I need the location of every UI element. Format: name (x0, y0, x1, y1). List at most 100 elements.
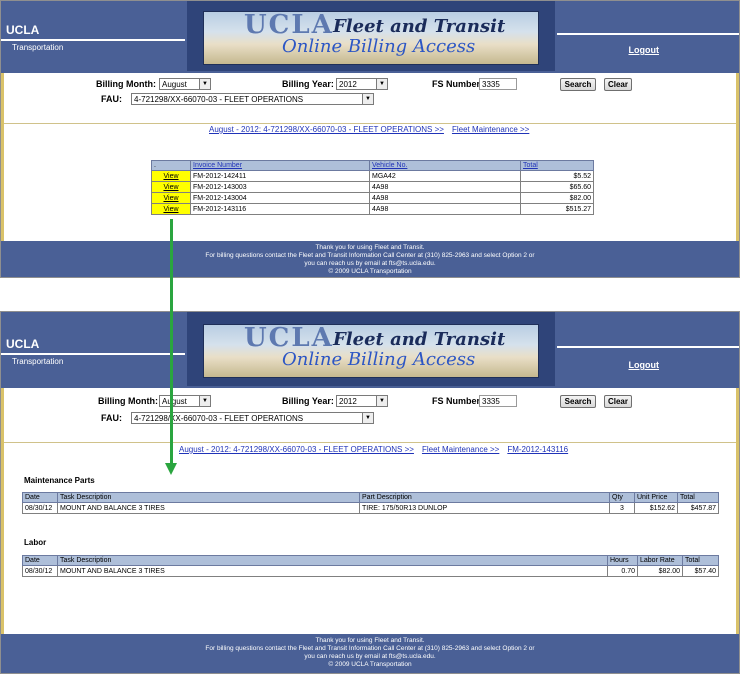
vehicle-number: 4A98 (369, 192, 521, 204)
vehicle-number: MGA42 (369, 170, 521, 182)
invoice-total: $82.00 (520, 192, 594, 204)
col-header-vehicle[interactable]: Vehicle No. (369, 160, 521, 171)
footer-thanks: Thank you for using Fleet and Transit. (315, 244, 425, 251)
fau-select[interactable]: 4-721298/XX-66070-03 - FLEET OPERATIONS ▼ (131, 93, 374, 105)
footer-copyright: © 2009 UCLA Transportation (328, 268, 412, 275)
fs-number-label: FS Number (432, 79, 481, 89)
col-header-labor-rate: Labor Rate (637, 555, 683, 566)
banner: UCLA Fleet and Transit Online Billing Ac… (187, 1, 555, 71)
invoice-table: . Invoice Number Vehicle No. Total View … (151, 160, 594, 215)
breadcrumb: August - 2012: 4-721298/XX-66070-03 - FL… (179, 445, 576, 454)
billing-year-label: Billing Year: (282, 79, 334, 89)
annotation-arrow-shaft (170, 219, 173, 464)
part-task: MOUNT AND BALANCE 3 TIRES (57, 502, 360, 514)
part-qty: 3 (609, 502, 635, 514)
billing-year-select[interactable]: 2012 ▼ (336, 78, 388, 90)
labor-table: Date Task Description Hours Labor Rate T… (22, 555, 719, 577)
table-row: 08/30/12 MOUNT AND BALANCE 3 TIRES 0.70 … (22, 565, 719, 577)
col-header-invoice[interactable]: Invoice Number (190, 160, 370, 171)
col-header-view: . (151, 160, 191, 171)
banner-image: UCLA Fleet and Transit Online Billing Ac… (203, 11, 539, 65)
filter-form: Billing Month: August ▼ Billing Year: 201… (1, 73, 739, 123)
breadcrumb-fleet-maintenance[interactable]: Fleet Maintenance >> (422, 445, 499, 454)
col-header-total: Total (677, 492, 719, 503)
billing-month-label: Billing Month: (96, 79, 156, 89)
divider (4, 442, 736, 443)
brand-subtitle: Transportation (12, 43, 64, 52)
clear-button[interactable]: Clear (604, 78, 632, 91)
clear-button[interactable]: Clear (604, 395, 632, 408)
billing-month-label: Billing Month: (98, 396, 158, 406)
fau-select[interactable]: 4-721298/XX-66070-03 - FLEET OPERATIONS ▼ (131, 412, 374, 424)
col-header-hours: Hours (607, 555, 638, 566)
labor-title: Labor (24, 538, 47, 547)
billing-year-select[interactable]: 2012 ▼ (336, 395, 388, 407)
banner-online-billing: Online Billing Access (282, 349, 476, 370)
invoice-number: FM-2012-143004 (190, 192, 370, 204)
col-header-total[interactable]: Total (520, 160, 594, 171)
divider (4, 123, 736, 124)
part-total: $457.87 (677, 502, 719, 514)
banner: UCLA Fleet and Transit Online Billing Ac… (187, 312, 555, 386)
col-header-task: Task Description (57, 555, 608, 566)
labor-hours: 0.70 (607, 565, 638, 577)
chevron-down-icon: ▼ (376, 396, 387, 406)
labor-date: 08/30/12 (22, 565, 58, 577)
table-row: View FM-2012-143004 4A98 $82.00 (151, 192, 594, 204)
chevron-down-icon: ▼ (362, 94, 373, 104)
breadcrumb-fleet-maintenance[interactable]: Fleet Maintenance >> (452, 125, 529, 134)
fs-number-input[interactable]: 3335 (479, 395, 517, 407)
content-area: August - 2012: 4-721298/XX-66070-03 - FL… (1, 123, 739, 241)
search-button[interactable]: Search (560, 395, 596, 408)
header-bar: UCLA Transportation UCLA Fleet and Trans… (1, 1, 739, 73)
breadcrumb-invoice[interactable]: FM-2012-143116 (507, 445, 568, 454)
fs-number-input[interactable]: 3335 (479, 78, 517, 90)
maintenance-parts-title: Maintenance Parts (24, 476, 95, 485)
col-header-date: Date (22, 555, 58, 566)
invoice-number: FM-2012-143116 (190, 203, 370, 215)
breadcrumb-month-fau[interactable]: August - 2012: 4-721298/XX-66070-03 - FL… (179, 445, 414, 454)
chevron-down-icon: ▼ (362, 413, 373, 423)
footer-email: you can reach us by email at fts@ts.ucla… (304, 260, 436, 267)
table-row: View FM-2012-142411 MGA42 $5.52 (151, 170, 594, 182)
logout-link[interactable]: Logout (629, 45, 660, 55)
view-link[interactable]: View (151, 203, 191, 215)
logout-link[interactable]: Logout (629, 360, 660, 370)
view-link[interactable]: View (151, 170, 191, 182)
banner-online-billing: Online Billing Access (282, 36, 476, 57)
view-link[interactable]: View (151, 192, 191, 204)
part-unit-price: $152.62 (634, 502, 678, 514)
chevron-down-icon: ▼ (199, 79, 210, 89)
banner-fleet-transit: Fleet and Transit (333, 16, 506, 37)
footer: Thank you for using Fleet and Transit. F… (1, 241, 739, 277)
col-header-part: Part Description (359, 492, 610, 503)
filter-form: Billing Month: August ▼ Billing Year: 201… (1, 388, 739, 442)
parts-table: Date Task Description Part Description Q… (22, 492, 719, 514)
search-button[interactable]: Search (560, 78, 596, 91)
breadcrumb-month-fau[interactable]: August - 2012: 4-721298/XX-66070-03 - FL… (209, 125, 444, 134)
footer-email: you can reach us by email at fts@ts.ucla… (304, 653, 436, 660)
brand-subtitle: Transportation (12, 357, 64, 366)
brand-name: UCLA (6, 23, 40, 37)
banner-image: UCLA Fleet and Transit Online Billing Ac… (203, 324, 539, 378)
fs-number-label: FS Number (432, 396, 481, 406)
screenshot-invoice-list: UCLA Transportation UCLA Fleet and Trans… (0, 0, 740, 278)
invoice-total: $65.60 (520, 181, 594, 193)
billing-month-select[interactable]: August ▼ (159, 78, 211, 90)
view-link[interactable]: View (151, 181, 191, 193)
footer-contact: For billing questions contact the Fleet … (205, 645, 535, 652)
labor-task: MOUNT AND BALANCE 3 TIRES (57, 565, 608, 577)
table-header-row: Date Task Description Part Description Q… (22, 492, 719, 503)
labor-rate: $82.00 (637, 565, 683, 577)
banner-fleet-transit: Fleet and Transit (333, 329, 506, 350)
table-row: View FM-2012-143003 4A98 $65.60 (151, 181, 594, 193)
col-header-total: Total (682, 555, 719, 566)
vehicle-number: 4A98 (369, 203, 521, 215)
footer: Thank you for using Fleet and Transit. F… (1, 634, 739, 673)
invoice-number: FM-2012-142411 (190, 170, 370, 182)
col-header-unit-price: Unit Price (634, 492, 678, 503)
annotation-arrow-head (165, 463, 177, 475)
part-date: 08/30/12 (22, 502, 58, 514)
billing-month-select[interactable]: August ▼ (159, 395, 211, 407)
fau-label: FAU: (101, 413, 122, 423)
